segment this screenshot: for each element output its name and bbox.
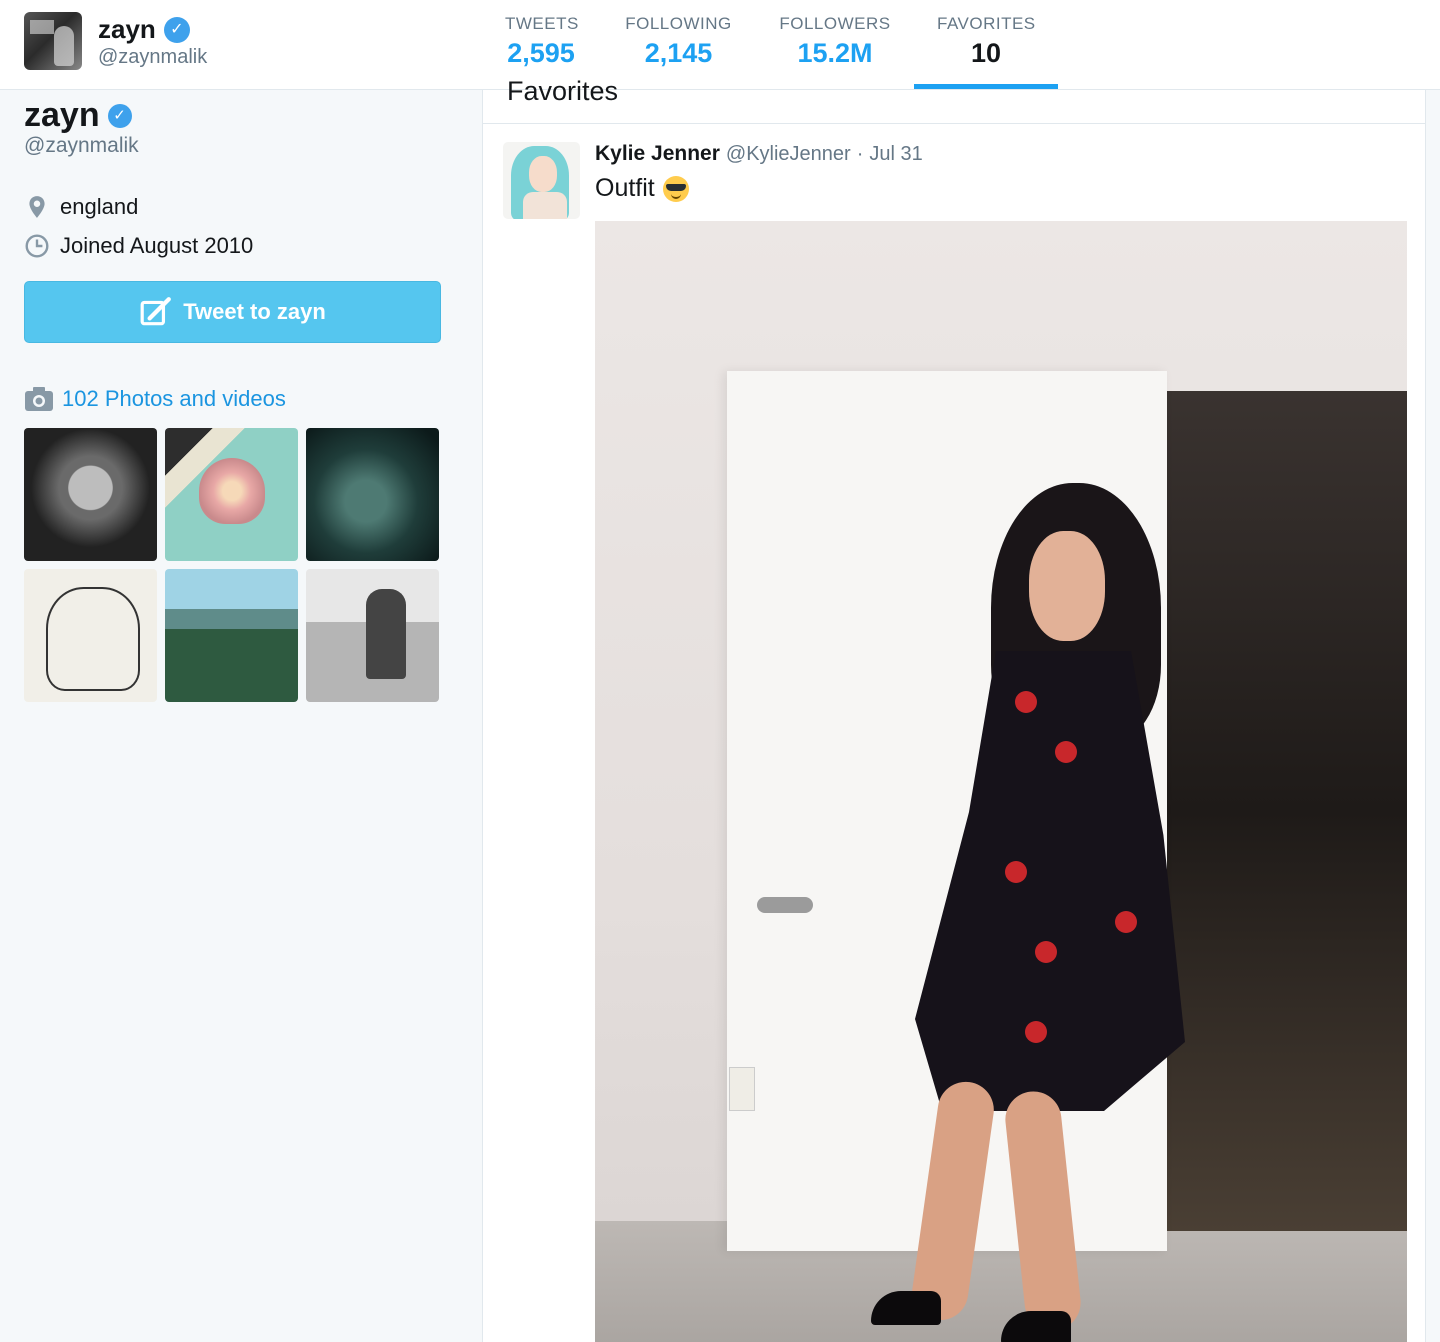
topbar-name[interactable]: zayn ✓ [98, 14, 190, 45]
nav-favorites-count: 10 [970, 38, 1002, 68]
nav-followers-count: 15.2M [797, 38, 873, 68]
photo-thumbnail[interactable] [306, 428, 439, 561]
divider [483, 123, 1425, 124]
nav-favorites-label: FAVORITES [937, 14, 1036, 33]
tweet-to-user-button[interactable]: Tweet to zayn [24, 281, 441, 343]
profile-name-text[interactable]: zayn [24, 96, 100, 135]
tweet-timestamp[interactable]: Jul 31 [869, 143, 922, 166]
photo-grid [24, 428, 440, 702]
photo-thumbnail[interactable] [24, 569, 157, 702]
nav-favorites[interactable]: FAVORITES 10 [937, 14, 1035, 69]
tweet-author-avatar[interactable] [503, 142, 580, 219]
tweet-author-handle[interactable]: @KylieJenner [726, 143, 851, 166]
tweet-text-content: Outfit [595, 174, 655, 202]
photo-thumbnail[interactable] [165, 569, 298, 702]
camera-icon [25, 387, 53, 411]
nav-followers-label: FOLLOWERS [779, 14, 891, 33]
sunglasses-emoji-icon [662, 175, 689, 202]
photo-thumbnail[interactable] [165, 428, 298, 561]
profile-handle[interactable]: @zaynmalik [24, 134, 139, 158]
nav-followers[interactable]: FOLLOWERS 15.2M [779, 14, 891, 69]
tweet-header: Kylie Jenner @KylieJenner · Jul 31 [595, 142, 923, 166]
location-text: england [60, 194, 139, 219]
tweet-author-name[interactable]: Kylie Jenner [595, 142, 720, 166]
topbar-handle[interactable]: @zaynmalik [98, 46, 207, 69]
clock-icon [25, 234, 49, 258]
nav-tweets[interactable]: TWEETS 2,595 [505, 14, 579, 69]
favorites-timeline: Favorites Kylie Jenner @KylieJenner · Ju… [482, 76, 1426, 1342]
compose-tweet-icon [140, 297, 172, 326]
verified-badge-icon: ✓ [107, 103, 132, 128]
joined-text: Joined August 2010 [60, 233, 254, 258]
profile-nav-bar: zayn ✓ @zaynmalik TWEETS 2,595 FOLLOWING… [0, 0, 1440, 90]
profile-name[interactable]: zayn ✓ [24, 96, 132, 135]
profile-joined: Joined August 2010 [24, 233, 253, 259]
photo-thumbnail[interactable] [306, 569, 439, 702]
nav-following[interactable]: FOLLOWING 2,145 [625, 14, 732, 69]
profile-location: england [24, 194, 138, 220]
nav-tweets-count: 2,595 [507, 38, 575, 68]
mini-avatar[interactable] [24, 12, 82, 70]
tweet-to-user-label: Tweet to zayn [183, 299, 326, 324]
tweet-photo[interactable] [595, 221, 1407, 1342]
verified-badge-icon: ✓ [163, 16, 190, 43]
nav-following-label: FOLLOWING [625, 14, 732, 33]
location-pin-icon [29, 196, 45, 218]
photos-and-videos-link[interactable]: 102 Photos and videos [24, 386, 286, 412]
tweet-separator: · [856, 143, 864, 165]
nav-tweets-label: TWEETS [505, 14, 579, 33]
tweet-text: Outfit [595, 174, 689, 203]
favorites-heading: Favorites [507, 76, 619, 106]
photo-thumbnail[interactable] [24, 428, 157, 561]
topbar-name-text[interactable]: zayn [98, 14, 156, 45]
nav-following-count: 2,145 [644, 38, 713, 68]
active-tab-indicator [914, 84, 1058, 89]
photos-link-text[interactable]: 102 Photos and videos [62, 386, 286, 412]
